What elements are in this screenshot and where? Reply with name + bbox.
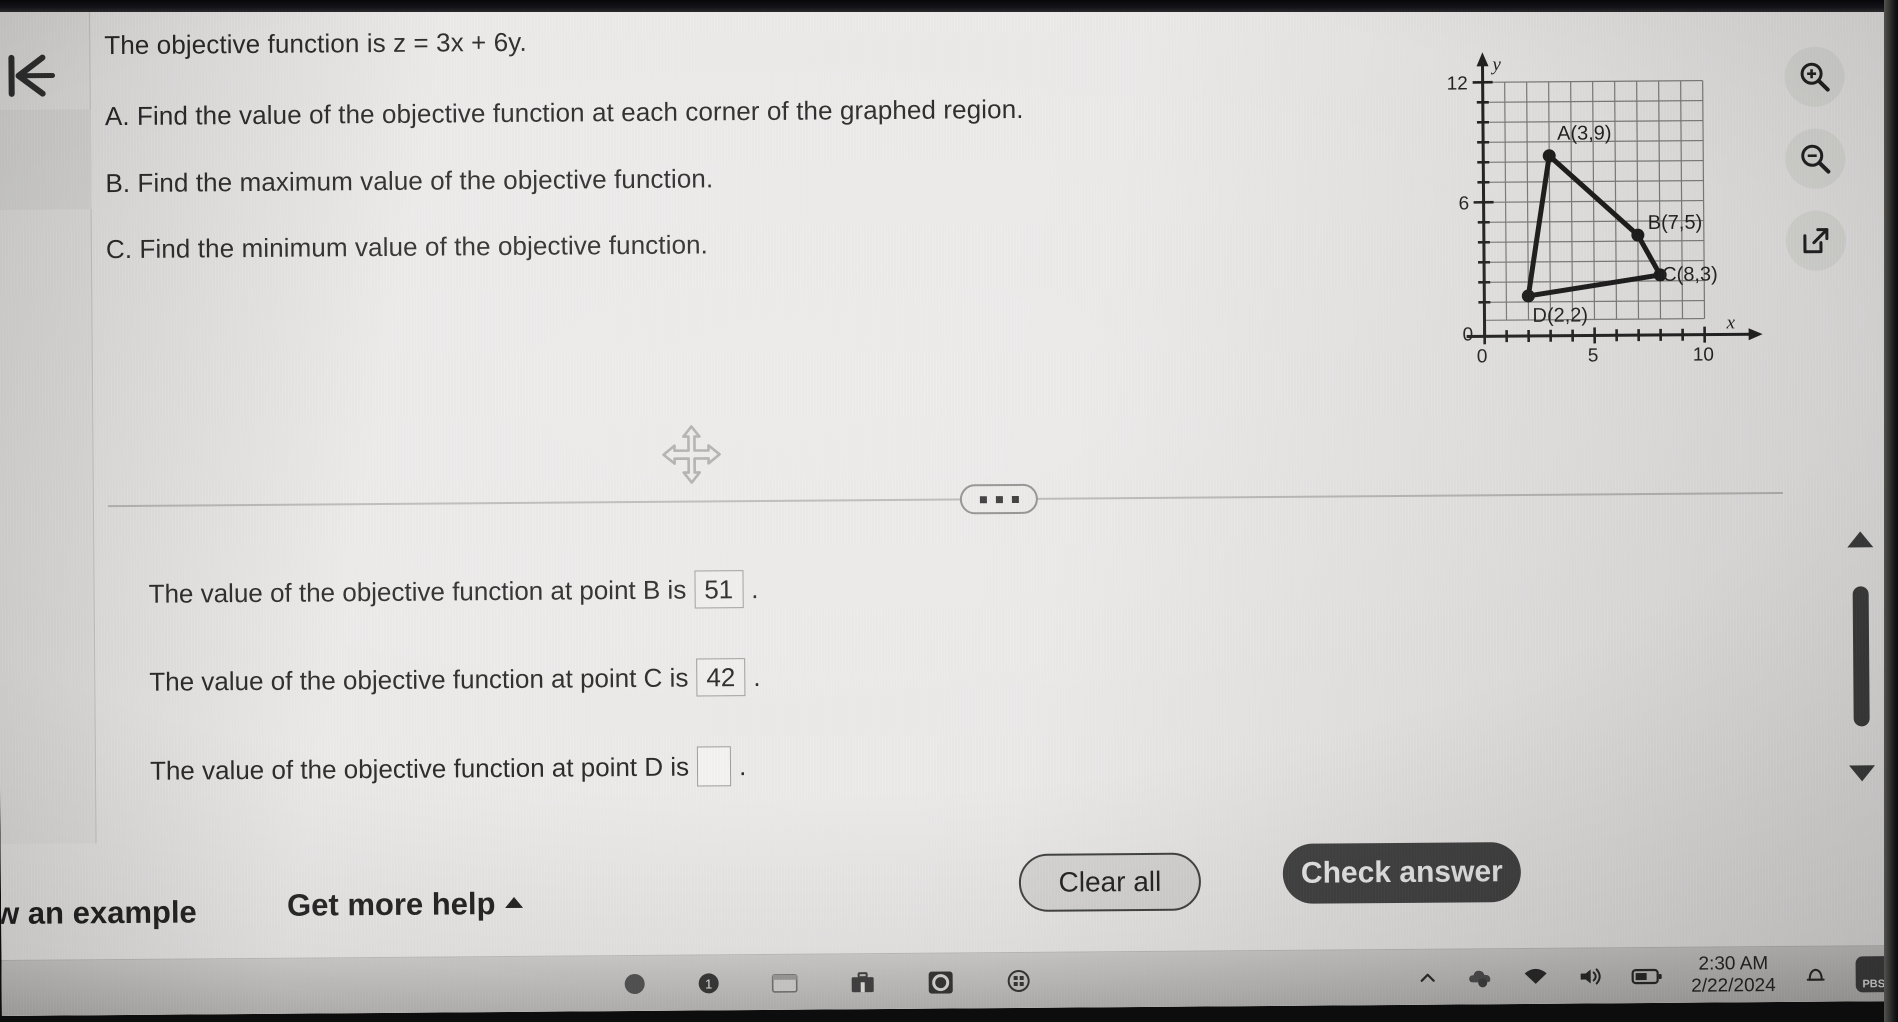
- monitor-bezel-right: [1884, 0, 1898, 1022]
- scroll-up-arrow-icon[interactable]: [1847, 531, 1874, 548]
- svg-text:12: 12: [1447, 73, 1468, 94]
- zoom-out-icon[interactable]: [1785, 128, 1846, 189]
- battery-icon[interactable]: [1631, 964, 1663, 986]
- more-options-button[interactable]: [959, 483, 1039, 515]
- coordinate-graph: y x 12 6 0 0 5 10 A(3,9) B(7,5) C(8,3) D…: [1424, 38, 1787, 371]
- svg-text:C(8,3): C(8,3): [1662, 263, 1718, 285]
- onedrive-cloud-icon[interactable]: [1467, 966, 1495, 988]
- question-part-b: B. Find the maximum value of the objecti…: [105, 162, 714, 198]
- answer-label-d: The value of the objective function at p…: [149, 751, 690, 786]
- svg-text:0: 0: [1463, 324, 1474, 345]
- left-rail: [0, 5, 97, 844]
- answer-section: The value of the objective function at p…: [148, 565, 1350, 840]
- svg-text:x: x: [1725, 312, 1735, 333]
- clear-all-button[interactable]: Clear all: [1018, 852, 1202, 912]
- objective-function-line: The objective function is z = 3x + 6y.: [104, 26, 527, 61]
- volume-icon[interactable]: [1577, 965, 1603, 987]
- show-hidden-icons-chevron-icon[interactable]: [1417, 966, 1439, 988]
- answer-period-b: .: [751, 573, 759, 604]
- zoom-in-icon[interactable]: [1784, 46, 1845, 107]
- taskbar-grid-icon[interactable]: [1004, 967, 1034, 993]
- answer-period-d: .: [738, 750, 747, 781]
- svg-text:6: 6: [1459, 193, 1470, 214]
- answer-row-d: The value of the objective function at p…: [150, 741, 1350, 790]
- answer-input-b[interactable]: 51: [694, 570, 744, 609]
- monitor-bezel-top: [0, 0, 1898, 12]
- answer-row-b: The value of the objective function at p…: [148, 565, 1348, 612]
- dot-3: [1011, 495, 1019, 503]
- dot-2: [995, 495, 1003, 503]
- svg-text:y: y: [1490, 54, 1501, 75]
- open-in-new-icon[interactable]: [1785, 210, 1847, 271]
- get-more-help-button[interactable]: Get more help: [287, 886, 524, 924]
- taskbar-clock[interactable]: 2:30 AM 2/22/2024: [1691, 953, 1776, 997]
- answer-input-c[interactable]: 42: [696, 658, 746, 697]
- question-part-a: A. Find the value of the objective funct…: [104, 94, 1024, 132]
- taskbar-app-icons: 1: [622, 967, 1034, 996]
- scroll-down-arrow-icon[interactable]: [1849, 765, 1876, 782]
- taskbar-briefcase-icon[interactable]: [848, 969, 878, 995]
- svg-text:0: 0: [1477, 346, 1488, 367]
- taskbar-app-circle-icon[interactable]: [622, 970, 648, 996]
- screen-surface: The objective function is z = 3x + 6y. A…: [0, 0, 1898, 1016]
- taskbar-camera-icon[interactable]: [926, 968, 956, 994]
- get-more-help-label: Get more help: [286, 886, 496, 923]
- svg-text:B(7,5): B(7,5): [1648, 212, 1703, 234]
- vertical-scrollbar[interactable]: [1838, 531, 1884, 782]
- taskbar-system-tray: 2:30 AM 2/22/2024 PBS: [1417, 952, 1892, 999]
- svg-text:5: 5: [1588, 345, 1599, 366]
- question-part-c: C. Find the minimum value of the objecti…: [105, 229, 709, 264]
- svg-text:10: 10: [1693, 345, 1714, 366]
- answer-label-b: The value of the objective function at p…: [148, 574, 687, 609]
- scrollbar-thumb[interactable]: [1852, 586, 1870, 727]
- taskbar-time: 2:30 AM: [1698, 952, 1769, 975]
- photo-of-screen: The objective function is z = 3x + 6y. A…: [0, 0, 1898, 1022]
- answer-input-d[interactable]: [696, 746, 732, 787]
- answer-period-c: .: [753, 661, 761, 692]
- section-divider: [107, 491, 1783, 508]
- view-an-example-link[interactable]: w an example: [0, 894, 197, 932]
- svg-text:A(3,9): A(3,9): [1557, 122, 1612, 144]
- question-block: The objective function is z = 3x + 6y. A…: [104, 21, 1186, 300]
- graph-tool-buttons: [1784, 46, 1876, 293]
- svg-text:D(2,2): D(2,2): [1532, 304, 1588, 326]
- taskbar-window-icon[interactable]: [770, 969, 800, 995]
- taskbar-badge-one-icon[interactable]: 1: [696, 970, 722, 996]
- svg-text:1: 1: [705, 976, 712, 991]
- notifications-bell-icon[interactable]: [1804, 962, 1828, 986]
- dot-1: [979, 495, 987, 503]
- rail-shade-block: [0, 109, 92, 210]
- move-cursor-icon: [659, 422, 724, 487]
- footer-bar: w an example Get more help Clear all Che…: [0, 829, 1898, 964]
- check-answer-button[interactable]: Check answer: [1282, 842, 1522, 904]
- answer-row-c: The value of the objective function at p…: [149, 653, 1349, 700]
- wifi-icon[interactable]: [1523, 965, 1549, 987]
- answer-label-c: The value of the objective function at p…: [149, 662, 689, 697]
- chevron-up-icon: [505, 896, 524, 908]
- taskbar-date: 2/22/2024: [1691, 974, 1776, 997]
- homework-page: The objective function is z = 3x + 6y. A…: [0, 0, 1898, 1016]
- skip-to-start-icon[interactable]: [2, 47, 64, 103]
